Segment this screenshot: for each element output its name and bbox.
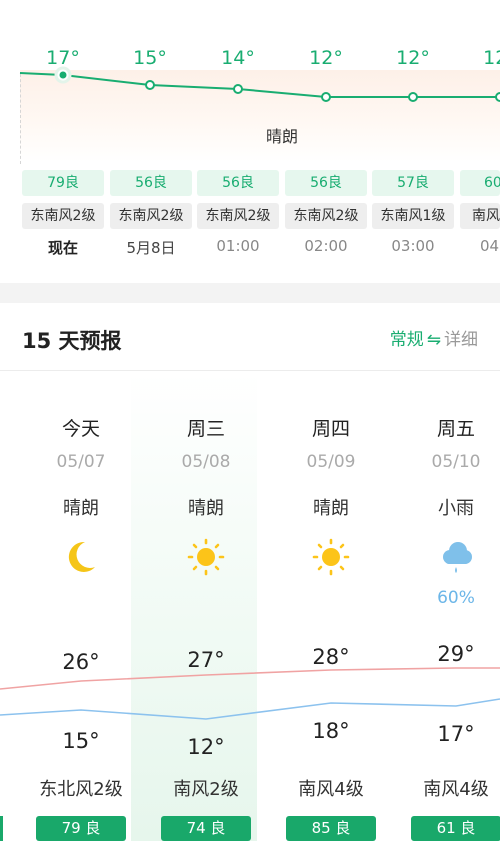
day-low-temp: 15° [62,729,100,753]
day-aqi-badge: 79 良 [36,816,126,841]
day-date: 05/07 [56,452,106,472]
hourly-forecast[interactable]: 17° 15° 14° 12° 12° 12° 晴朗 79良 56良 56良 5… [0,0,500,283]
day-high-temp: 29° [437,642,475,666]
hourly-aqi-chip: 60 [460,170,500,196]
sun-icon [187,538,225,576]
hourly-wind-chip: 南风 [460,203,500,229]
hourly-wind-chip: 东南风1级 [372,203,454,229]
day-high-temp: 27° [187,648,225,672]
hourly-aqi-chip: 56良 [110,170,192,196]
section-divider [0,283,500,303]
hourly-point [145,80,155,90]
hourly-temp: 12° [309,47,343,69]
day-low-temp: 12° [187,735,225,759]
forecast-title: 15 天预报 [22,329,122,353]
day-high-temp: 26° [62,650,100,674]
day-aqi-badge: 61 良 [411,816,500,841]
day-wind: 南风2级 [173,779,239,800]
day-name: 周四 [311,418,350,440]
day-name: 周五 [436,418,475,440]
hourly-aqi-chip: 56良 [285,170,367,196]
hourly-time: 01:00 [216,237,260,255]
day-column[interactable]: 周三 05/08 晴朗 27° 12° 南风2级 74 良 [144,372,268,841]
sun-icon [312,538,350,576]
mode-detailed[interactable]: 详细 [444,330,478,350]
day-date: 05/09 [306,452,356,472]
day-condition: 晴朗 [63,498,99,519]
hourly-temp: 14° [221,47,255,69]
weather-page: 17° 15° 14° 12° 12° 12° 晴朗 79良 56良 56良 5… [0,0,500,841]
swap-arrows-icon: ⇋ [426,330,441,350]
moon-icon [68,541,95,572]
day-rain-chance: 60% [437,588,475,608]
hourly-condition: 晴朗 [265,127,298,146]
hourly-wind-chip: 东南风2级 [22,203,104,229]
day-wind: 东北风2级 [39,779,123,800]
day-column[interactable]: 周五 05/10 小雨 60% 29° 17° 南风4级 61 良 [394,372,500,841]
hourly-temp: 17° [46,47,80,69]
day-wind: 南风4级 [423,779,489,800]
day-column[interactable]: 周四 05/09 晴朗 28° 18° 南风4级 85 良 [269,372,393,841]
day-column-today[interactable]: 今天 05/07 晴朗 26° 15° 东北风2级 79 良 [19,372,143,841]
hourly-temp: 12° [483,47,500,69]
day-condition: 晴朗 [313,498,349,519]
hourly-temp: 12° [396,47,430,69]
hourly-temp: 15° [133,47,167,69]
mode-regular[interactable]: 常规 [390,330,424,350]
hourly-point-now-dot [59,71,67,79]
hourly-aqi-chip: 57良 [372,170,454,196]
day-name: 今天 [61,418,100,440]
hourly-time: 02:00 [304,237,348,255]
day-wind: 南风4级 [298,779,364,800]
hourly-point [321,92,331,102]
forecast-header: 15 天预报 常规 ⇋ 详细 [0,303,500,371]
day-name: 周三 [186,418,225,440]
day-date: 05/10 [431,452,481,472]
hourly-wind-chip: 东南风2级 [197,203,279,229]
view-mode-toggle[interactable]: 常规 ⇋ 详细 [390,325,478,350]
aqi-badge-edge [0,816,3,841]
day-condition: 小雨 [438,498,474,519]
hourly-time: 5月8日 [126,239,176,257]
day-aqi-badge: 85 良 [286,816,376,841]
hourly-wind-chip: 东南风2级 [285,203,367,229]
hourly-point [233,84,243,94]
hourly-wind-chip: 东南风2级 [110,203,192,229]
day-high-temp: 28° [312,645,350,669]
day-low-temp: 17° [437,722,475,746]
hourly-point [495,92,500,102]
hourly-aqi-chip: 56良 [197,170,279,196]
day-aqi-badge: 74 良 [161,816,251,841]
hourly-time-now: 现在 [47,239,78,257]
hourly-time: 03:00 [391,237,435,255]
hourly-point [408,92,418,102]
daily-forecast[interactable]: 今天 05/07 晴朗 26° 15° 东北风2级 79 良 周三 05/08 … [0,372,500,841]
day-date: 05/08 [181,452,231,472]
rain-cloud-icon [443,542,472,573]
day-condition: 晴朗 [188,498,224,519]
hourly-aqi-chip: 79良 [22,170,104,196]
hourly-time: 04 [480,237,500,255]
day-low-temp: 18° [312,719,350,743]
